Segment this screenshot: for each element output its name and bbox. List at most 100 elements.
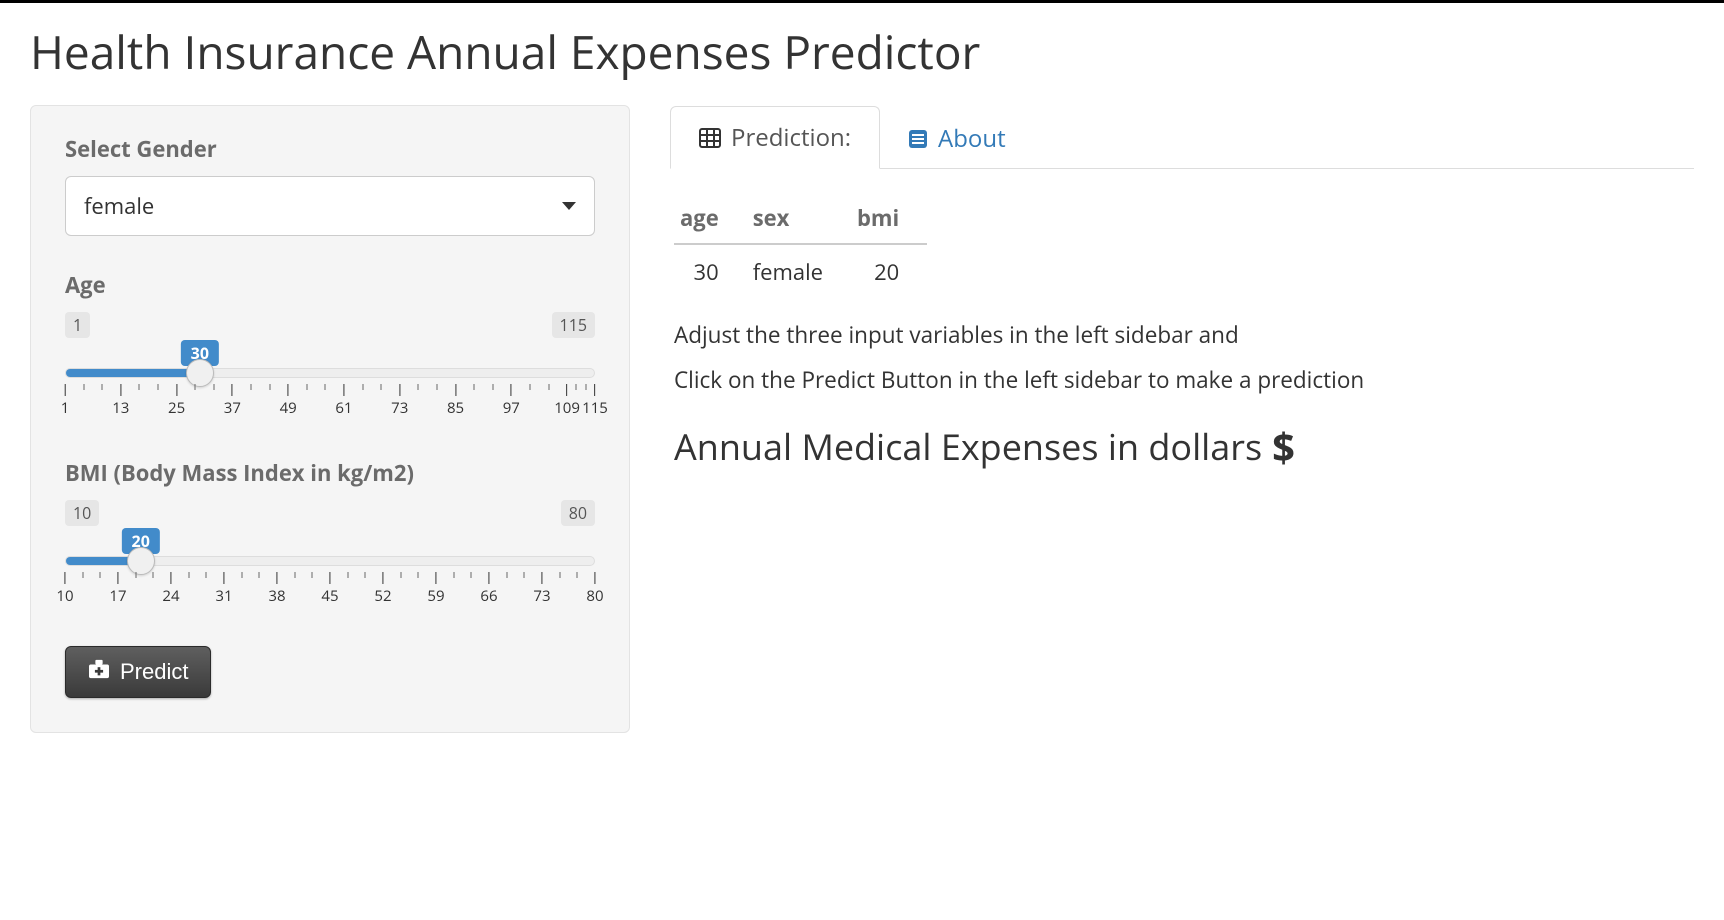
slider-tick-minor [347, 572, 348, 578]
sidebar: Select Gender female Age 1 115 30 [30, 105, 630, 733]
slider-tick-minor [474, 384, 475, 390]
slider-tick-minor [102, 384, 103, 390]
slider-tick: 38 [268, 572, 285, 606]
bmi-slider-block: BMI (Body Mass Index in kg/m2) 10 80 20 … [65, 458, 595, 612]
slider-tick: 85 [447, 384, 464, 418]
predict-button-label: Predict [120, 659, 188, 685]
main-panel: Prediction: About [670, 105, 1694, 502]
bmi-slider[interactable] [65, 556, 595, 566]
gender-select[interactable]: female [65, 176, 595, 236]
slider-tick-minor [400, 572, 401, 578]
tab-about[interactable]: About [880, 108, 1034, 169]
slider-tick: 73 [391, 384, 408, 418]
cell-sex: female [747, 244, 851, 293]
slider-tick-minor [506, 572, 507, 578]
instruction-line-2: Click on the Predict Button in the left … [674, 364, 1690, 395]
slider-tick-minor [213, 384, 214, 390]
slider-tick-minor [471, 572, 472, 578]
col-age: age [674, 197, 747, 244]
slider-tick-minor [577, 572, 578, 578]
cell-bmi: 20 [851, 244, 927, 293]
slider-tick: 61 [335, 384, 352, 418]
age-slider-handle[interactable] [186, 359, 214, 387]
slider-tick: 59 [427, 572, 444, 606]
tabs: Prediction: About [670, 105, 1694, 169]
table-row: 30 female 20 [674, 244, 927, 293]
slider-tick-minor [365, 572, 366, 578]
slider-tick: 97 [503, 384, 520, 418]
age-label: Age [65, 270, 595, 300]
slider-tick: 80 [586, 572, 603, 606]
slider-tick-minor [559, 572, 560, 578]
list-icon [908, 129, 928, 149]
slider-tick-minor [436, 384, 437, 390]
slider-tick-minor [381, 384, 382, 390]
slider-tick-minor [576, 384, 577, 390]
slider-tick-minor [418, 572, 419, 578]
slider-tick-minor [82, 572, 83, 578]
tab-prediction-label: Prediction: [731, 121, 851, 154]
cell-age: 30 [674, 244, 747, 293]
bmi-label: BMI (Body Mass Index in kg/m2) [65, 458, 595, 488]
slider-tick-minor [312, 572, 313, 578]
caret-down-icon [562, 202, 576, 210]
page-title: Health Insurance Annual Expenses Predict… [30, 21, 1694, 83]
age-slider[interactable] [65, 368, 595, 378]
slider-tick: 1 [61, 384, 70, 418]
slider-tick-minor [157, 384, 158, 390]
result-heading-text: Annual Medical Expenses in dollars [674, 422, 1262, 471]
bmi-max-badge: 80 [561, 500, 595, 526]
slider-tick: 49 [280, 384, 297, 418]
slider-tick: 10 [56, 572, 73, 606]
slider-tick-minor [325, 384, 326, 390]
slider-tick-minor [294, 572, 295, 578]
input-summary-table: age sex bmi 30 female 20 [674, 197, 927, 293]
dollar-icon: $ [1272, 419, 1295, 474]
result-heading: Annual Medical Expenses in dollars $ [674, 419, 1690, 474]
slider-tick: 24 [162, 572, 179, 606]
slider-tick-minor [524, 572, 525, 578]
slider-tick: 31 [215, 572, 232, 606]
slider-tick-minor [153, 572, 154, 578]
slider-tick-minor [100, 572, 101, 578]
slider-tick-minor [492, 384, 493, 390]
gender-select-value: female [84, 191, 154, 221]
instruction-line-1: Adjust the three input variables in the … [674, 319, 1690, 350]
bmi-slider-handle[interactable] [127, 547, 155, 575]
age-slider-block: Age 1 115 30 11325374961738597109115 [65, 270, 595, 424]
slider-tick: 73 [533, 572, 550, 606]
slider-tick-minor [188, 572, 189, 578]
slider-tick-minor [306, 384, 307, 390]
slider-tick-minor [418, 384, 419, 390]
slider-tick-minor [259, 572, 260, 578]
slider-tick-minor [139, 384, 140, 390]
gender-label: Select Gender [65, 134, 595, 164]
slider-tick: 17 [109, 572, 126, 606]
slider-tick-minor [250, 384, 251, 390]
slider-tick-minor [453, 572, 454, 578]
slider-tick-minor [241, 572, 242, 578]
slider-tick-minor [195, 384, 196, 390]
slider-tick-minor [548, 384, 549, 390]
slider-tick-minor [206, 572, 207, 578]
slider-tick: 115 [582, 384, 608, 418]
table-icon [699, 128, 721, 148]
slider-tick: 66 [480, 572, 497, 606]
slider-tick-minor [362, 384, 363, 390]
tab-prediction[interactable]: Prediction: [670, 106, 880, 169]
slider-tick-minor [269, 384, 270, 390]
slider-tick-minor [529, 384, 530, 390]
tab-about-label: About [938, 122, 1006, 155]
bmi-min-badge: 10 [65, 500, 99, 526]
slider-tick-minor [135, 572, 136, 578]
slider-tick: 13 [112, 384, 129, 418]
slider-tick: 37 [224, 384, 241, 418]
age-max-badge: 115 [552, 312, 595, 338]
age-min-badge: 1 [65, 312, 90, 338]
predict-button[interactable]: Predict [65, 646, 211, 698]
medkit-icon [88, 659, 110, 685]
slider-tick-minor [83, 384, 84, 390]
col-bmi: bmi [851, 197, 927, 244]
col-sex: sex [747, 197, 851, 244]
prediction-panel: age sex bmi 30 female 20 Adjust the thre [670, 169, 1694, 502]
